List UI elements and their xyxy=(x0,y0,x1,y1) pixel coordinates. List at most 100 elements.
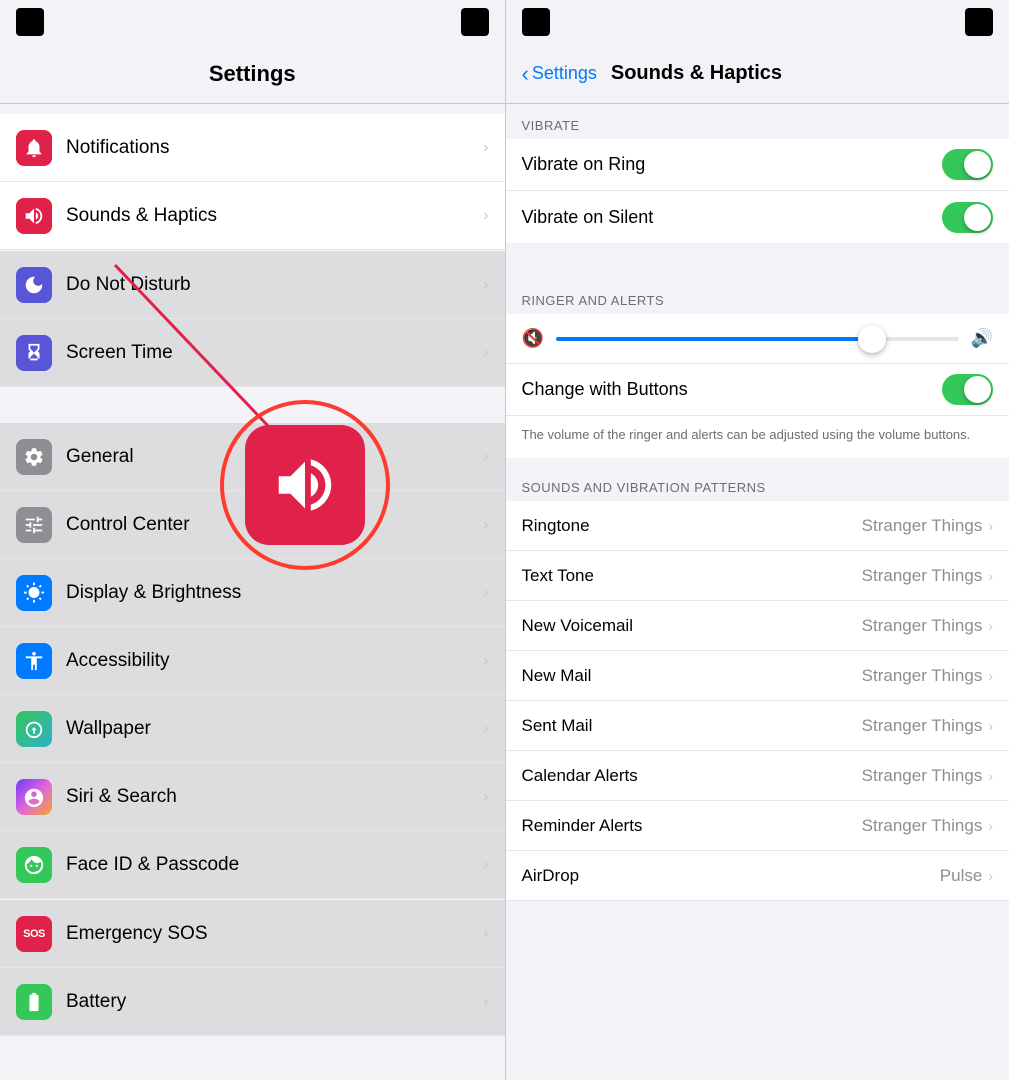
change-with-buttons-label: Change with Buttons xyxy=(522,379,943,400)
vibrate-on-silent-toggle[interactable] xyxy=(942,202,993,233)
sos-icon-wrap: SOS xyxy=(16,916,52,952)
donotdisturb-icon-wrap xyxy=(16,267,52,303)
airdrop-chevron: › xyxy=(988,868,993,884)
voicemail-label: New Voicemail xyxy=(522,616,862,636)
settings-list: Notifications › Sounds & Haptics › Do No… xyxy=(0,104,505,1080)
sound-item-calendar[interactable]: Calendar Alerts Stranger Things › xyxy=(506,751,1009,801)
airdrop-value: Pulse xyxy=(940,866,983,886)
vibrate-on-ring-knob xyxy=(964,151,991,178)
volume-high-icon: 🔊 xyxy=(971,328,993,349)
controlcenter-icon-wrap xyxy=(16,507,52,543)
voicemail-chevron: › xyxy=(988,618,993,634)
ringtone-chevron: › xyxy=(988,518,993,534)
volume-slider-fill xyxy=(556,337,870,341)
sound-item-airdrop[interactable]: AirDrop Pulse › xyxy=(506,851,1009,901)
notifications-chevron: › xyxy=(483,139,488,157)
donotdisturb-label: Do Not Disturb xyxy=(66,274,483,296)
battery-icon-wrap xyxy=(16,984,52,1020)
sun-icon xyxy=(23,582,45,604)
vibrate-on-ring-label: Vibrate on Ring xyxy=(522,154,943,175)
newmail-label: New Mail xyxy=(522,666,862,686)
status-bar-left xyxy=(0,0,505,44)
settings-item-display[interactable]: Display & Brightness › xyxy=(0,559,505,627)
reminder-value: Stranger Things xyxy=(862,816,983,836)
sound-item-sentmail[interactable]: Sent Mail Stranger Things › xyxy=(506,701,1009,751)
siri-icon-wrap xyxy=(16,779,52,815)
wallpaper-label: Wallpaper xyxy=(66,718,483,740)
face-icon xyxy=(23,854,45,876)
settings-item-screentime[interactable]: Screen Time › xyxy=(0,319,505,387)
settings-item-notifications[interactable]: Notifications › xyxy=(0,114,505,182)
settings-item-siri[interactable]: Siri & Search › xyxy=(0,763,505,831)
ringtone-label: Ringtone xyxy=(522,516,862,536)
ringtone-value: Stranger Things xyxy=(862,516,983,536)
screentime-label: Screen Time xyxy=(66,342,483,364)
battery-icon xyxy=(23,991,45,1013)
sos-label: Emergency SOS xyxy=(66,923,483,945)
voicemail-value: Stranger Things xyxy=(862,616,983,636)
speaker-large-icon xyxy=(270,450,340,520)
faceid-label: Face ID & Passcode xyxy=(66,854,483,876)
accessibility-icon xyxy=(23,650,45,672)
newmail-value: Stranger Things xyxy=(862,666,983,686)
display-icon-wrap xyxy=(16,575,52,611)
settings-item-accessibility[interactable]: Accessibility › xyxy=(0,627,505,695)
sound-item-reminder[interactable]: Reminder Alerts Stranger Things › xyxy=(506,801,1009,851)
vibrate-on-ring-toggle[interactable] xyxy=(942,149,993,180)
sound-items-list: Ringtone Stranger Things › Text Tone Str… xyxy=(506,501,1009,901)
notifications-icon-wrap xyxy=(16,130,52,166)
change-with-buttons-row: Change with Buttons xyxy=(506,364,1009,416)
sliders-icon xyxy=(23,514,45,536)
change-buttons-info: The volume of the ringer and alerts can … xyxy=(506,416,1009,466)
volume-slider-track xyxy=(556,337,959,341)
calendar-chevron: › xyxy=(988,768,993,784)
status-bar-right xyxy=(506,0,1009,44)
change-with-buttons-toggle[interactable] xyxy=(942,374,993,405)
battery-chevron: › xyxy=(483,993,488,1011)
accessibility-label: Accessibility xyxy=(66,650,483,672)
display-chevron: › xyxy=(483,584,488,602)
status-left-indicator xyxy=(16,8,44,36)
settings-item-battery[interactable]: Battery › xyxy=(0,968,505,1036)
left-panel: Settings Notifications › Sounds & Haptic… xyxy=(0,0,505,1080)
wallpaper-chevron: › xyxy=(483,720,488,738)
sound-item-newmail[interactable]: New Mail Stranger Things › xyxy=(506,651,1009,701)
controlcenter-chevron: › xyxy=(483,516,488,534)
back-button[interactable]: ‹ Settings xyxy=(522,61,597,87)
bell-icon xyxy=(23,137,45,159)
siri-label: Siri & Search xyxy=(66,786,483,808)
screentime-chevron: › xyxy=(483,344,488,362)
settings-item-sounds[interactable]: Sounds & Haptics › xyxy=(0,182,505,250)
general-icon-wrap xyxy=(16,439,52,475)
accessibility-icon-wrap xyxy=(16,643,52,679)
slider-row: 🔇 🔊 xyxy=(522,328,994,349)
right-panel: ‹ Settings Sounds & Haptics VIBRATE Vibr… xyxy=(506,0,1009,1080)
sounds-label: Sounds & Haptics xyxy=(66,205,483,227)
texttone-chevron: › xyxy=(988,568,993,584)
sentmail-chevron: › xyxy=(988,718,993,734)
screentime-icon-wrap xyxy=(16,335,52,371)
settings-item-sos[interactable]: SOS Emergency SOS › xyxy=(0,900,505,968)
sound-item-texttone[interactable]: Text Tone Stranger Things › xyxy=(506,551,1009,601)
sound-item-ringtone[interactable]: Ringtone Stranger Things › xyxy=(506,501,1009,551)
accessibility-chevron: › xyxy=(483,652,488,670)
sos-chevron: › xyxy=(483,925,488,943)
speaker-icon xyxy=(23,205,45,227)
right-nav-header: ‹ Settings Sounds & Haptics xyxy=(506,44,1009,104)
settings-item-wallpaper[interactable]: Wallpaper › xyxy=(0,695,505,763)
sound-item-voicemail[interactable]: New Voicemail Stranger Things › xyxy=(506,601,1009,651)
battery-label: Battery xyxy=(66,991,483,1013)
status-right-left-indicator xyxy=(522,8,550,36)
volume-slider-thumb[interactable] xyxy=(858,325,886,353)
settings-item-faceid[interactable]: Face ID & Passcode › xyxy=(0,831,505,899)
calendar-label: Calendar Alerts xyxy=(522,766,862,786)
reminder-chevron: › xyxy=(988,818,993,834)
reminder-label: Reminder Alerts xyxy=(522,816,862,836)
texttone-value: Stranger Things xyxy=(862,566,983,586)
newmail-chevron: › xyxy=(988,668,993,684)
change-with-buttons-knob xyxy=(964,376,991,403)
highlight-circle xyxy=(220,400,390,570)
settings-item-donotdisturb[interactable]: Do Not Disturb › xyxy=(0,251,505,319)
sounds-section-header: SOUNDS AND VIBRATION PATTERNS xyxy=(506,466,1009,501)
notifications-label: Notifications xyxy=(66,137,483,159)
